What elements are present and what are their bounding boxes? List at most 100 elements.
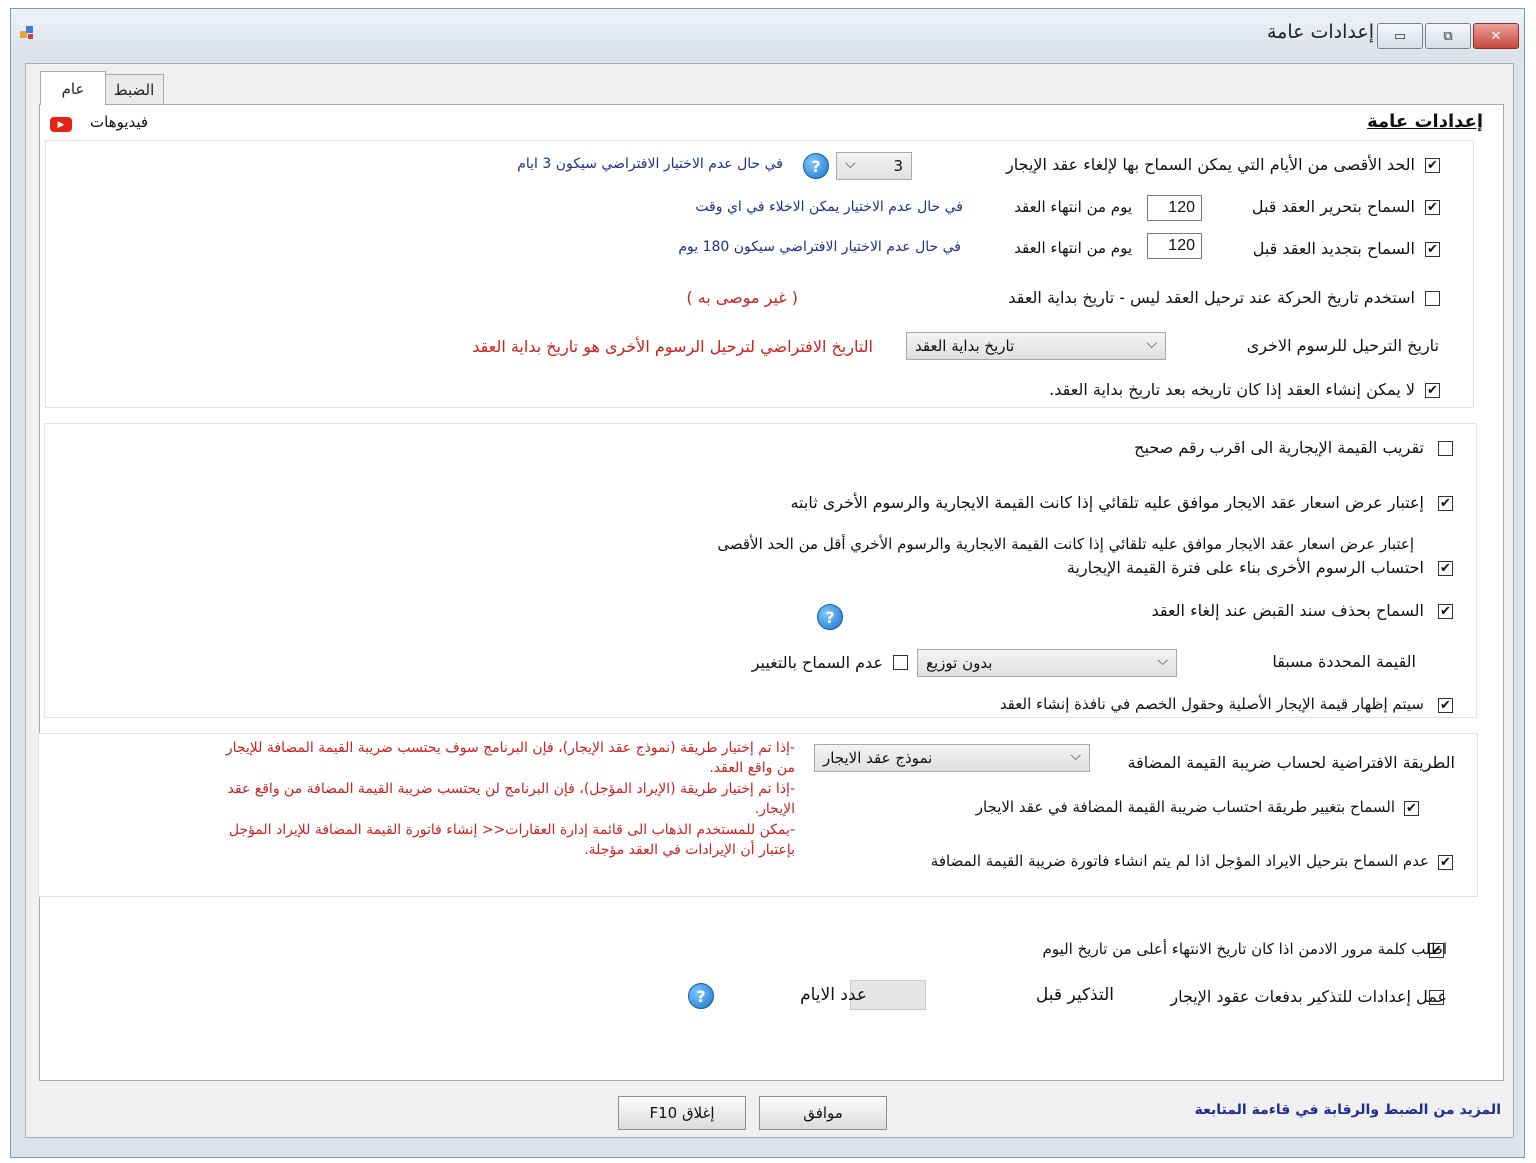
allow-change-vat-checkbox[interactable]: ✔ [1404,801,1419,816]
general-tab-panel: إعدادات عامة ▶ فيديوهات ✔ الحد الأقصى من… [38,104,1504,1081]
minimize-icon: ▭ [1393,28,1407,44]
help-icon[interactable]: ? [803,153,829,179]
section-title: إعدادات عامة [1367,111,1483,132]
posting-date-label: تاريخ الترحيل للرسوم الاخرى [1246,336,1439,355]
contract-settings-group: ✔ الحد الأقصى من الأيام التي يمكن السماح… [45,140,1474,408]
ok-button[interactable]: موافق [759,1096,887,1130]
maximize-button[interactable]: ⧉ [1425,23,1471,49]
client-area: عام الضبط إعدادات عامة ▶ فيديوهات ✔ الحد… [25,63,1514,1138]
allow-edit-days-input[interactable]: 120 [1147,195,1202,221]
no-create-after-checkbox[interactable]: ✔ [1425,383,1440,398]
allow-delete-receipt-label: السماح بحذف سند القبض عند إلغاء العقد [1151,601,1424,620]
help-glyph: ? [825,607,835,627]
check-icon: ✔ [1427,242,1438,257]
allow-renew-checkbox[interactable]: ✔ [1425,242,1440,257]
title-bar: إعدادات عامة ▭ ⧉ ✕ [11,9,1524,57]
allow-renew-suffix: يوم من انتهاء العقد [1014,239,1132,257]
no-post-deferred-checkbox[interactable]: ✔ [1438,855,1453,870]
allow-renew-days-input[interactable]: 120 [1147,233,1202,259]
max-cancel-days-note: في حال عدم الاختيار الافتراضي سيكون 3 اي… [517,156,783,172]
show-original-checkbox[interactable]: ✔ [1438,698,1453,713]
vat-note-line-2: من واقع العقد. [709,760,795,776]
chevron-down-icon: ⌵ [1146,336,1157,352]
chevron-down-icon: ⌵ [1070,748,1081,764]
check-icon: ✔ [1440,496,1451,511]
check-icon: ✔ [1427,200,1438,215]
posting-date-value: تاريخ بداية العقد [915,337,1015,355]
maximize-icon: ⧉ [1443,28,1453,44]
chevron-down-icon: ⌵ [845,156,856,172]
check-icon: ✔ [1406,801,1417,816]
allow-delete-receipt-checkbox[interactable]: ✔ [1438,604,1453,619]
no-create-after-label: لا يمكن إنشاء العقد إذا كان تاريخه بعد ت… [1049,380,1415,399]
use-movement-date-label: استخدم تاريخ الحركة عند ترحيل العقد ليس … [1008,288,1415,307]
no-post-deferred-label: عدم السماح بترحيل الايراد المؤجل اذا لم … [930,852,1429,870]
use-movement-date-checkbox[interactable] [1425,291,1440,306]
tab-general[interactable]: عام [40,71,106,105]
vat-note-line-4: الإيجار. [754,801,795,817]
check-icon: ✔ [1427,383,1438,398]
app-icon [19,25,35,41]
close-icon: ✕ [1490,28,1502,44]
more-control-link[interactable]: المزيد من الضبط والرقابة في قاءمة المتاب… [1195,1102,1501,1118]
max-cancel-days-select[interactable]: 3 ⌵ [836,152,912,180]
allow-edit-label: السماح بتحرير العقد قبل [1251,197,1415,216]
preset-value-label: القيمة المحددة مسبقا [1272,652,1416,671]
check-icon: ✔ [1440,855,1451,870]
check-icon: ✔ [1440,698,1451,713]
auto-accept-fixed-label: إعتبار عرض اسعار عقد الايجار موافق عليه … [790,493,1424,512]
vat-note-line-5: -يمكن للمستخدم الذهاب الى قائمة إدارة ال… [228,822,795,838]
vat-note-line-3: -إذا تم إختيار طريقة (الإيراد المؤجل)، ف… [227,781,795,797]
close-button[interactable]: إغلاق F10 [618,1096,746,1130]
allow-edit-checkbox[interactable]: ✔ [1425,200,1440,215]
reminder-days-label: عدد الايام [800,985,867,1005]
check-icon: ✔ [1427,158,1438,173]
show-original-label: سيتم إظهار قيمة الإيجار الأصلية وحقول ال… [999,695,1424,713]
auto-accept-less-label: إعتبار عرض اسعار عقد الايجار موافق عليه … [717,535,1414,553]
vat-method-select[interactable]: نموذج عقد الايجار ⌵ [814,744,1090,772]
minimize-button[interactable]: ▭ [1377,23,1423,49]
no-change-checkbox[interactable] [893,655,908,670]
no-change-label: عدم السماح بالتغيير [751,653,883,672]
allow-renew-note: في حال عدم الاختيار الافتراضي سيكون 180 … [678,239,961,255]
allow-renew-label: السماح بتجديد العقد قبل [1252,239,1415,258]
posting-date-note: التاريخ الافتراضي لترحيل الرسوم الأخرى ه… [472,337,873,356]
help-icon[interactable]: ? [688,983,714,1009]
posting-date-select[interactable]: تاريخ بداية العقد ⌵ [906,332,1166,360]
max-cancel-days-checkbox[interactable]: ✔ [1425,158,1440,173]
max-cancel-days-value: 3 [893,157,903,175]
settings-window: إعدادات عامة ▭ ⧉ ✕ عام الضبط إعدادات عام… [10,8,1525,1158]
allow-change-vat-label: السماح بتغيير طريقة احتساب ضريبة القيمة … [975,798,1395,816]
vat-note-line-1: -إذا تم إختيار طريقة (نموذج عقد الإيجار)… [225,740,795,756]
tab-general-label: عام [61,79,85,98]
vat-note-line-6: بإعتبار أن الإيرادات في العقد مؤجلة. [584,842,795,858]
reminder-before-label: التذكير قبل [1035,985,1114,1005]
close-window-button[interactable]: ✕ [1473,23,1519,49]
max-cancel-days-label: الحد الأقصى من الأيام التي يمكن السماح ب… [1006,155,1415,174]
check-icon: ✔ [1440,604,1451,619]
calc-fees-label: احتساب الرسوم الأخرى بناء على فترة القيم… [1066,558,1424,577]
videos-link[interactable]: فيديوهات [90,113,148,131]
help-icon[interactable]: ? [817,604,843,630]
chevron-down-icon: ⌵ [1157,653,1168,669]
allow-edit-suffix: يوم من انتهاء العقد [1014,198,1132,216]
vat-method-label: الطريقة الافتراضية لحساب ضريبة القيمة ال… [1127,753,1455,772]
round-rent-label: تقريب القيمة الإيجارية الى اقرب رقم صحيح [1134,438,1424,457]
calc-fees-checkbox[interactable]: ✔ [1438,561,1453,576]
help-glyph: ? [811,156,821,176]
vat-settings-group: الطريقة الافتراضية لحساب ضريبة القيمة ال… [38,733,1478,897]
round-rent-checkbox[interactable] [1438,441,1453,456]
youtube-icon[interactable]: ▶ [50,117,72,132]
use-movement-date-note: ( غير موصى به ) [686,288,798,307]
preset-value-select[interactable]: بدون توزيع ⌵ [917,649,1177,677]
check-icon: ✔ [1440,561,1451,576]
auto-accept-fixed-checkbox[interactable]: ✔ [1438,496,1453,511]
tab-control-label: الضبط [113,81,155,99]
preset-value-value: بدون توزيع [926,654,993,672]
reminder-label: عمل إعدادات للتذكير بدفعات عقود الإيجار [1170,987,1447,1006]
rent-settings-group: تقريب القيمة الإيجارية الى اقرب رقم صحيح… [44,423,1477,718]
tab-control[interactable]: الضبط [104,74,164,105]
window-title: إعدادات عامة [1266,21,1374,43]
help-glyph: ? [696,986,706,1006]
allow-edit-note: في حال عدم الاختيار يمكن الاخلاء في اي و… [695,199,963,215]
